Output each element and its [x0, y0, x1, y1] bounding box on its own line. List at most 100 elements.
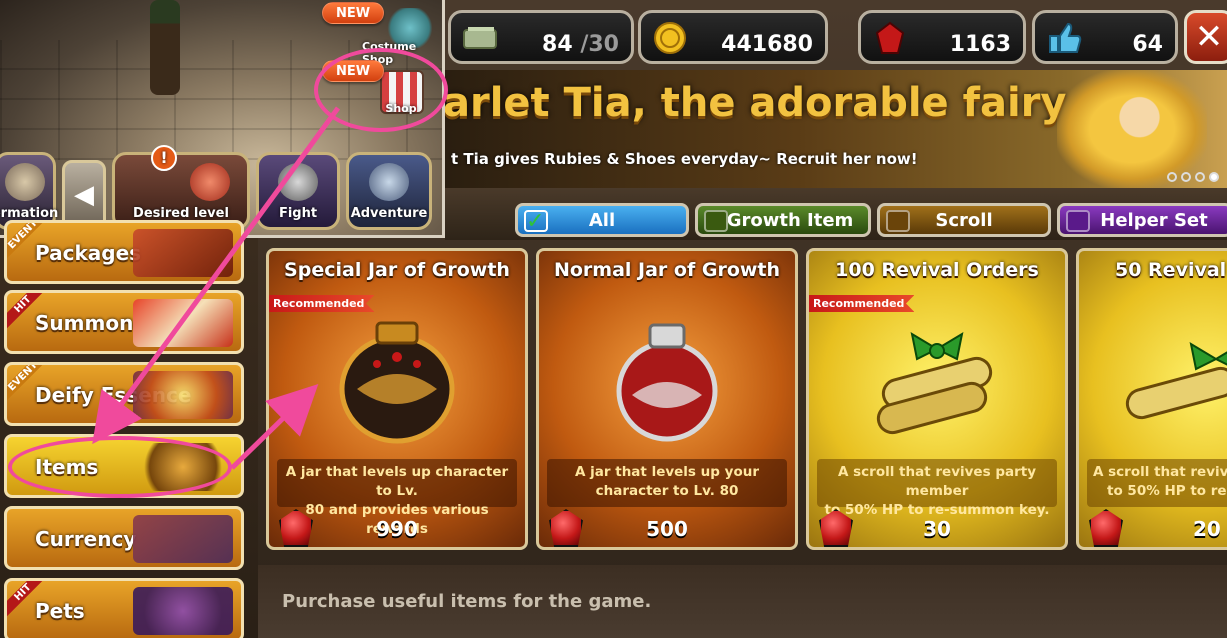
sidebar-item-label: Packages: [35, 241, 142, 265]
sidebar-item-label: Pets: [35, 599, 85, 623]
likes-counter[interactable]: 64: [1032, 10, 1178, 64]
game-screen: NEW Costume Shop NEW Shop ormation ◀ ! D…: [0, 0, 1227, 638]
cash-icon: [461, 21, 499, 55]
description-line: character to Lv. 80: [595, 483, 739, 499]
scroll-bundle-icon: [876, 331, 993, 435]
stamina-value: 84: [542, 32, 573, 57]
normal-jar-icon: [616, 323, 718, 442]
product-price: 30: [923, 517, 951, 541]
pager-dot[interactable]: [1181, 172, 1191, 182]
description-line: A jar that levels up character to Lv.: [285, 464, 509, 499]
sidebar-item-label: Summon: [35, 311, 134, 335]
adventure-button[interactable]: Adventure: [346, 152, 432, 230]
close-icon: ✕: [1194, 17, 1224, 57]
formation-icon: [5, 163, 45, 201]
banner-title: arlet Tia, the adorable fairy: [445, 80, 1067, 126]
formation-label: ormation: [0, 206, 59, 221]
checkbox-icon: [1066, 210, 1090, 232]
sidebar-item-label: Currency: [35, 527, 137, 551]
pager-dot-active[interactable]: [1209, 172, 1219, 182]
tab-helper-set[interactable]: Helper Set: [1057, 203, 1227, 237]
product-description: A scroll that revives party member to 50…: [817, 459, 1057, 518]
resource-bar: 84 /30 441680 1163 64 ✕: [448, 10, 1227, 66]
new-badge: NEW: [322, 2, 384, 24]
pager-dot[interactable]: [1195, 172, 1205, 182]
fight-icon: [278, 163, 318, 201]
sidebar-item-summon[interactable]: HIT Summon: [4, 290, 244, 354]
product-price: 500: [646, 517, 688, 541]
footer-hint: Purchase useful items for the game.: [282, 591, 652, 612]
tab-scroll[interactable]: Scroll: [877, 203, 1051, 237]
product-card-special-jar[interactable]: Special Jar of Growth Recommended A jar …: [266, 248, 528, 550]
product-card-100-revival-orders[interactable]: 100 Revival Orders Recommended A scroll …: [806, 248, 1068, 550]
scroll-bundle-icon: [1126, 341, 1227, 420]
promo-banner[interactable]: arlet Tia, the adorable fairy t Tia give…: [445, 70, 1227, 188]
summon-cards-thumbnail: [133, 299, 233, 347]
tab-label: Helper Set: [1100, 209, 1208, 231]
desired-level-button[interactable]: ! Desired level: [112, 145, 250, 230]
product-description: A scroll that revives to 50% HP to re-su: [1087, 459, 1227, 507]
product-title: Normal Jar of Growth: [553, 259, 781, 281]
description-line: to 50% HP to re-su: [1107, 483, 1227, 499]
currency-thumbnail: [133, 515, 233, 563]
ruby-icon: [871, 21, 909, 55]
desired-level-icon: [190, 163, 231, 201]
tab-growth-item[interactable]: Growth Item: [695, 203, 871, 237]
checkmark-icon: ✓: [526, 209, 545, 234]
sidebar-item-currency[interactable]: Currency: [4, 506, 244, 570]
product-title: Special Jar of Growth: [284, 259, 510, 281]
description-line: A scroll that revives: [1093, 464, 1227, 480]
product-card-normal-jar[interactable]: Normal Jar of Growth A jar that levels u…: [536, 248, 798, 550]
arrow-left-icon: ◀: [74, 180, 94, 210]
product-price: 990: [376, 517, 418, 541]
product-title: 100 Revival Orders: [835, 259, 1039, 281]
shop-footer: Purchase useful items for the game.: [258, 565, 1227, 638]
player-character[interactable]: [150, 0, 180, 95]
product-title: 50 Revival: [1115, 259, 1227, 281]
product-price: 20: [1193, 517, 1221, 541]
stamina-counter[interactable]: 84 /30: [448, 10, 634, 64]
desired-level-label: Desired level: [133, 206, 229, 221]
banner-pager: [1167, 172, 1219, 182]
description-line: A scroll that revives party member: [837, 464, 1037, 499]
tab-label: All: [588, 209, 616, 231]
deify-essence-thumbnail: [133, 371, 233, 419]
shop-highlight-ellipse: [314, 48, 448, 132]
close-button[interactable]: ✕: [1184, 10, 1227, 64]
banner-subtitle: t Tia gives Rubies & Shoes everyday~ Rec…: [451, 150, 918, 168]
product-card-50-revival[interactable]: 50 Revival A scroll that revives to 50% …: [1076, 248, 1227, 550]
fairy-portrait: [1057, 70, 1207, 188]
special-jar-icon: [339, 321, 455, 444]
likes-value: 64: [1132, 32, 1163, 57]
formation-button[interactable]: ormation: [0, 152, 59, 230]
checkbox-icon: [704, 210, 728, 232]
ruby-counter[interactable]: 1163: [858, 10, 1026, 64]
packages-thumbnail: [133, 229, 233, 277]
description-line: A jar that levels up your: [575, 464, 759, 480]
fight-button[interactable]: Fight: [256, 152, 340, 230]
sidebar-item-pets[interactable]: HIT Pets: [4, 578, 244, 638]
adventure-label: Adventure: [350, 206, 428, 221]
fight-label: Fight: [278, 206, 318, 221]
product-description: A jar that levels up character to Lv. 80…: [277, 459, 517, 537]
product-description: A jar that levels up your character to L…: [547, 459, 787, 507]
sidebar-item-deify-essence[interactable]: EVENT Deify Essence: [4, 362, 244, 426]
stamina-cap: /30: [580, 32, 619, 57]
ruby-value: 1163: [949, 32, 1011, 57]
items-highlight-ellipse: [8, 436, 232, 498]
tab-label: Scroll: [935, 209, 993, 231]
pager-dot[interactable]: [1167, 172, 1177, 182]
tab-label: Growth Item: [726, 209, 854, 231]
adventure-icon: [369, 163, 409, 201]
thumbs-up-icon: [1045, 21, 1083, 55]
product-list: Special Jar of Growth Recommended A jar …: [258, 240, 1227, 560]
filter-tabs: ✓ All Growth Item Scroll Helper Set: [445, 188, 1227, 240]
tab-all[interactable]: ✓ All: [515, 203, 689, 237]
sidebar-item-packages[interactable]: EVENT Packages: [4, 220, 244, 284]
alert-icon: !: [151, 145, 177, 171]
checkbox-icon: ✓: [524, 209, 548, 234]
gold-value: 441680: [721, 32, 813, 57]
checkbox-icon: [886, 210, 910, 232]
gold-coin-icon: [651, 21, 689, 55]
gold-counter[interactable]: 441680: [638, 10, 828, 64]
